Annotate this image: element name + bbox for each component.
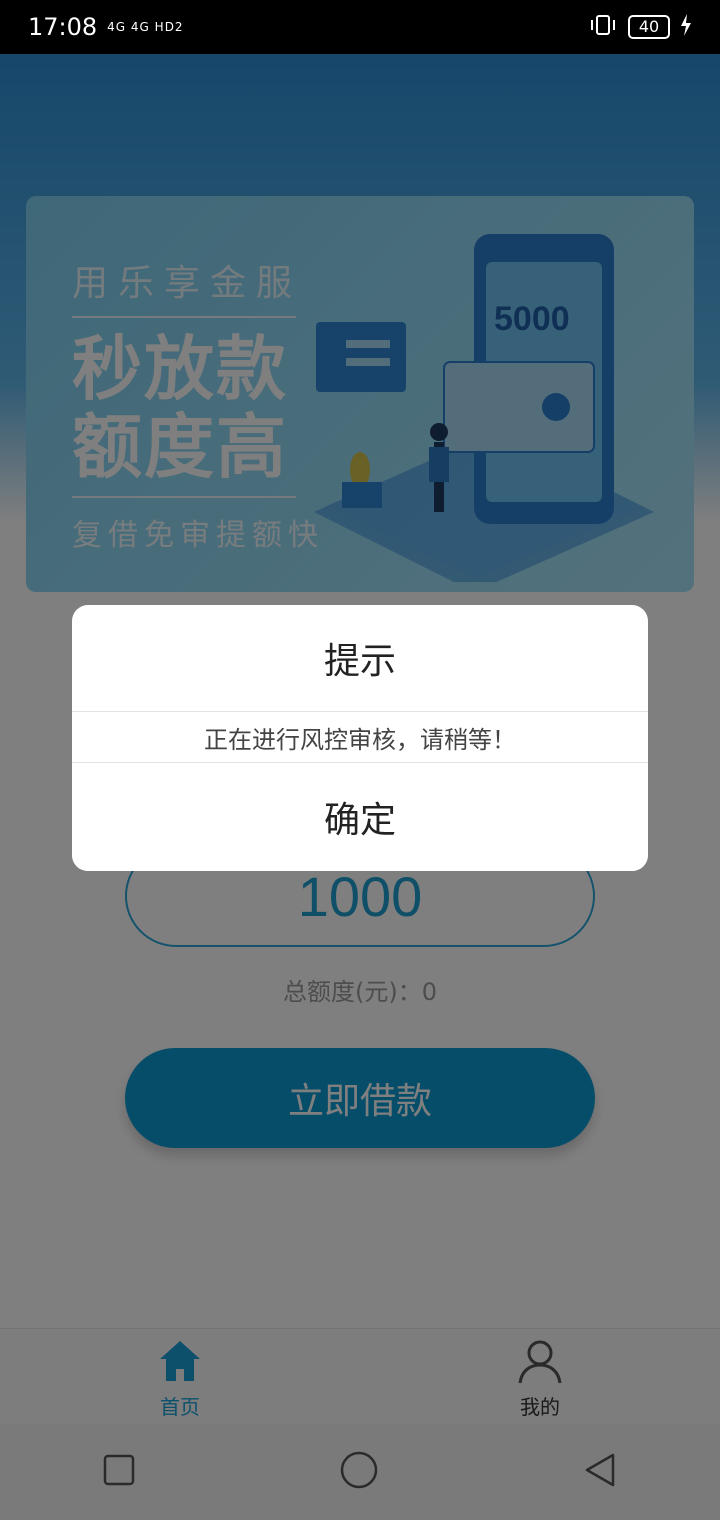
confirm-button[interactable]: 确定 [72,763,648,871]
clock: 17:08 [28,13,98,41]
dialog-message: 正在进行风控审核，请稍等！ [72,712,648,763]
status-left: 17:08 4G 4G HD2 [28,13,184,41]
vibrate-icon [588,14,618,40]
dialog-title: 提示 [72,605,648,712]
status-bar: 17:08 4G 4G HD2 40 [0,0,720,54]
alert-dialog: 提示 正在进行风控审核，请稍等！ 确定 [72,605,648,871]
network-indicator: 4G 4G HD2 [107,20,184,34]
battery-level: 40 [628,15,670,39]
status-right: 40 [588,14,692,40]
charging-icon [680,14,692,40]
